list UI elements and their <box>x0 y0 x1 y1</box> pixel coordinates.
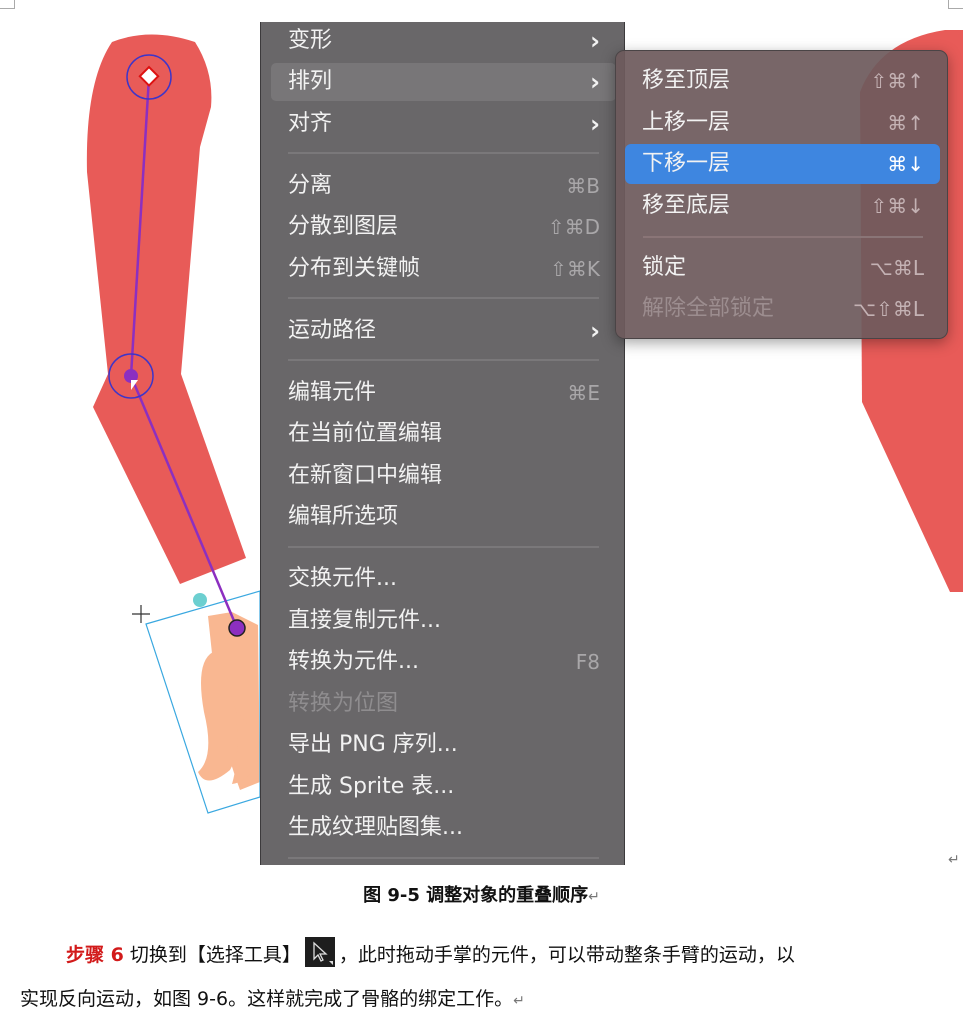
menu-item-label: 分散到图层 <box>288 214 399 239</box>
step-label: 步骤 6 <box>66 944 124 966</box>
menu-item-label: 编辑所选项 <box>288 504 399 529</box>
menu-item-edit-in-place[interactable]: 在当前位置编辑 <box>271 415 616 453</box>
menu-item-label: 在当前位置编辑 <box>288 421 443 446</box>
page-corner-mark-right <box>948 0 963 9</box>
menu-item-label: 导出 PNG 序列... <box>288 732 458 757</box>
menu-item-generate-sprite-sheet[interactable]: 生成 Sprite 表... <box>271 768 616 806</box>
submenu-separator <box>643 236 923 238</box>
menu-item-duplicate-symbol[interactable]: 直接复制元件... <box>271 602 616 640</box>
figure-screenshot: 变形 › 排列 › 对齐 › 分离 ⌘B 分散到图层 ⇧⌘D 分布到关键帧 ⇧⌘K 运动路径… <box>0 22 963 865</box>
chevron-right-icon: › <box>590 27 600 55</box>
submenu-item-shortcut: ⌥⌘L <box>869 256 924 280</box>
menu-item-label: 生成纹理贴图集... <box>288 815 463 840</box>
submenu-item-label: 解除全部锁定 <box>642 296 775 321</box>
menu-item-distribute-to-layers[interactable]: 分散到图层 ⇧⌘D <box>271 208 616 246</box>
submenu-item-shortcut: ⇧⌘↓ <box>870 194 924 218</box>
submenu-item-bring-to-front[interactable]: 移至顶层 ⇧⌘↑ <box>625 61 940 101</box>
menu-separator <box>288 359 599 361</box>
menu-item-generate-texture-atlas[interactable]: 生成纹理贴图集... <box>271 809 616 847</box>
arrange-submenu: 移至顶层 ⇧⌘↑ 上移一层 ⌘↑ 下移一层 ⌘↓ 移至底层 ⇧⌘↓ 锁定 ⌥⌘L 解除全部… <box>615 50 948 339</box>
menu-separator <box>288 546 599 548</box>
menu-item-shortcut: ⌘E <box>567 381 600 405</box>
figure-caption-text: 图 9-5 调整对象的重叠顺序 <box>363 885 589 906</box>
menu-item-motion-path[interactable]: 运动路径 › <box>271 312 616 350</box>
menu-item-label: 生成 Sprite 表... <box>288 774 455 799</box>
context-menu: 变形 › 排列 › 对齐 › 分离 ⌘B 分散到图层 ⇧⌘D 分布到关键帧 ⇧⌘K 运动路径… <box>260 22 625 865</box>
menu-item-label: 编辑元件 <box>288 380 377 405</box>
menu-item-convert-to-bitmap[interactable]: 转换为位图 <box>271 685 616 723</box>
submenu-item-send-to-back[interactable]: 移至底层 ⇧⌘↓ <box>625 186 940 226</box>
menu-item-convert-to-symbol[interactable]: 转换为元件... F8 <box>271 643 616 681</box>
submenu-item-label: 下移一层 <box>642 151 731 176</box>
menu-item-shortcut: ⇧⌘K <box>550 257 600 281</box>
chevron-right-icon: › <box>590 110 600 138</box>
arm-lower-shape <box>93 374 246 584</box>
menu-item-shortcut: F8 <box>575 650 600 674</box>
paragraph-mark: ↵ <box>948 852 960 868</box>
bone-joint-wrist[interactable] <box>228 619 246 637</box>
submenu-item-label: 移至底层 <box>642 193 731 218</box>
arrow-cursor-icon <box>304 937 335 967</box>
body-paragraph-line2: 实现反向运动，如图 9-6。这样就完成了骨骼的绑定工作。↵ <box>20 984 525 1011</box>
submenu-item-label: 移至顶层 <box>642 68 731 93</box>
menu-item-arrange[interactable]: 排列 › <box>271 63 616 101</box>
submenu-item-shortcut: ⌥⇧⌘L <box>853 297 924 321</box>
menu-item-label: 对齐 <box>288 111 333 136</box>
menu-separator <box>288 152 599 154</box>
paragraph-text: 切换到【选择工具】 <box>123 944 301 966</box>
menu-item-label: 在新窗口中编辑 <box>288 463 443 488</box>
paragraph-text: 实现反向运动，如图 9-6。这样就完成了骨骼的绑定工作。 <box>20 988 514 1010</box>
submenu-item-label: 上移一层 <box>642 110 731 135</box>
menu-item-edit-selected[interactable]: 编辑所选项 <box>271 498 616 536</box>
menu-item-label: 直接复制元件... <box>288 608 441 633</box>
menu-item-transform[interactable]: 变形 › <box>271 22 616 60</box>
menu-item-edit-symbol[interactable]: 编辑元件 ⌘E <box>271 374 616 412</box>
submenu-item-shortcut: ⌘↓ <box>887 152 924 176</box>
menu-item-swap-symbol[interactable]: 交换元件... <box>271 560 616 598</box>
menu-separator <box>288 297 599 299</box>
menu-item-edit-in-new-window[interactable]: 在新窗口中编辑 <box>271 457 616 495</box>
chevron-right-icon: › <box>590 68 600 96</box>
paragraph-mark: ↵ <box>588 889 600 905</box>
crosshair-icon <box>132 605 150 623</box>
menu-item-label: 转换为位图 <box>288 691 399 716</box>
menu-item-label: 转换为元件... <box>288 649 419 674</box>
submenu-item-lock[interactable]: 锁定 ⌥⌘L <box>625 248 940 288</box>
menu-item-label: 交换元件... <box>288 566 397 591</box>
menu-item-align[interactable]: 对齐 › <box>271 105 616 143</box>
page-corner-mark-left <box>0 0 15 9</box>
transform-pivot-handle[interactable] <box>193 593 207 607</box>
menu-item-label: 分布到关键帧 <box>288 256 421 281</box>
submenu-item-shortcut: ⇧⌘↑ <box>870 69 924 93</box>
menu-item-label: 排列 <box>288 69 333 94</box>
menu-item-shortcut: ⌘B <box>566 174 600 198</box>
paragraph-mark: ↵ <box>513 993 525 1009</box>
menu-item-label: 分离 <box>288 173 333 198</box>
submenu-item-label: 锁定 <box>642 255 687 280</box>
submenu-item-bring-forward[interactable]: 上移一层 ⌘↑ <box>625 103 940 143</box>
paragraph-text: ，此时拖动手掌的元件，可以带动整条手臂的运动，以 <box>338 944 795 966</box>
menu-separator <box>288 857 599 859</box>
menu-item-label: 运动路径 <box>288 318 377 343</box>
body-paragraph-line1: 步骤 6 切换到【选择工具】 ，此时拖动手掌的元件，可以带动整条手臂的运动，以 <box>66 937 795 967</box>
submenu-item-shortcut: ⌘↑ <box>887 111 924 135</box>
hand-shape <box>198 612 260 790</box>
menu-item-export-png-sequence[interactable]: 导出 PNG 序列... <box>271 726 616 764</box>
menu-item-break-apart[interactable]: 分离 ⌘B <box>271 167 616 205</box>
menu-item-shortcut: ⇧⌘D <box>547 215 600 239</box>
menu-item-distribute-to-keyframes[interactable]: 分布到关键帧 ⇧⌘K <box>271 250 616 288</box>
figure-caption: 图 9-5 调整对象的重叠顺序↵ <box>0 881 963 907</box>
submenu-item-send-backward[interactable]: 下移一层 ⌘↓ <box>625 144 940 184</box>
menu-item-label: 变形 <box>288 28 333 53</box>
chevron-right-icon: › <box>590 317 600 345</box>
submenu-item-unlock-all[interactable]: 解除全部锁定 ⌥⇧⌘L <box>625 289 940 329</box>
